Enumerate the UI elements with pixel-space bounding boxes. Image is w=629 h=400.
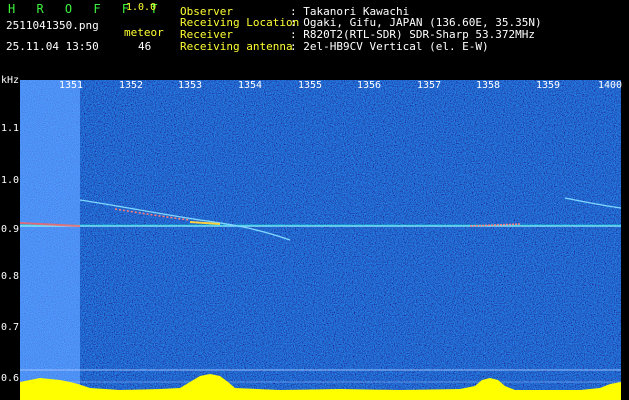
y-tick-label: 0.9	[1, 224, 20, 235]
file-name: 2511041350.png	[6, 19, 99, 32]
x-tick-label: 1352	[119, 80, 144, 91]
x-tick-label: 1353	[178, 80, 203, 91]
file-datetime: 25.11.04 13:50	[6, 40, 99, 53]
meteor-label: meteor	[124, 26, 164, 39]
info-value-receiver: : R820T2(RTL-SDR) SDR-Sharp 53.372MHz	[290, 28, 536, 41]
meteor-count: 46	[138, 40, 152, 53]
info-label-antenna: Receiving antenna	[180, 40, 293, 53]
hrofft-screen: { "app": {"name": "H R O F F T", "versio…	[0, 0, 629, 400]
y-tick-label: 1.0	[1, 175, 20, 186]
y-tick-label: 0.6	[1, 373, 20, 384]
x-tick-label: 1355	[298, 80, 323, 91]
noise-texture	[20, 80, 621, 400]
info-value-location: : Ogaki, Gifu, JAPAN (136.60E, 35.35N)	[290, 16, 542, 29]
y-tick-label: 0.7	[1, 322, 20, 333]
x-tick-label: 1358	[476, 80, 501, 91]
y-axis-unit: kHz	[1, 75, 20, 86]
info-label-location: Receiving Location	[180, 16, 300, 29]
y-tick-label: 1.1	[1, 123, 20, 134]
x-tick-label: 1357	[417, 80, 442, 91]
x-tick-label: 1356	[357, 80, 382, 91]
x-tick-label: 1354	[238, 80, 263, 91]
app-version: 1.0.0	[126, 2, 157, 13]
spectrogram	[20, 80, 621, 400]
info-label-receiver: Receiver	[180, 28, 233, 41]
x-tick-label: 1400	[598, 80, 623, 91]
y-tick-label: 0.8	[1, 271, 20, 282]
x-tick-label: 1359	[536, 80, 561, 91]
x-tick-label: 1351	[59, 80, 84, 91]
info-value-antenna: : 2el-HB9CV Vertical (el. E-W)	[290, 40, 489, 53]
